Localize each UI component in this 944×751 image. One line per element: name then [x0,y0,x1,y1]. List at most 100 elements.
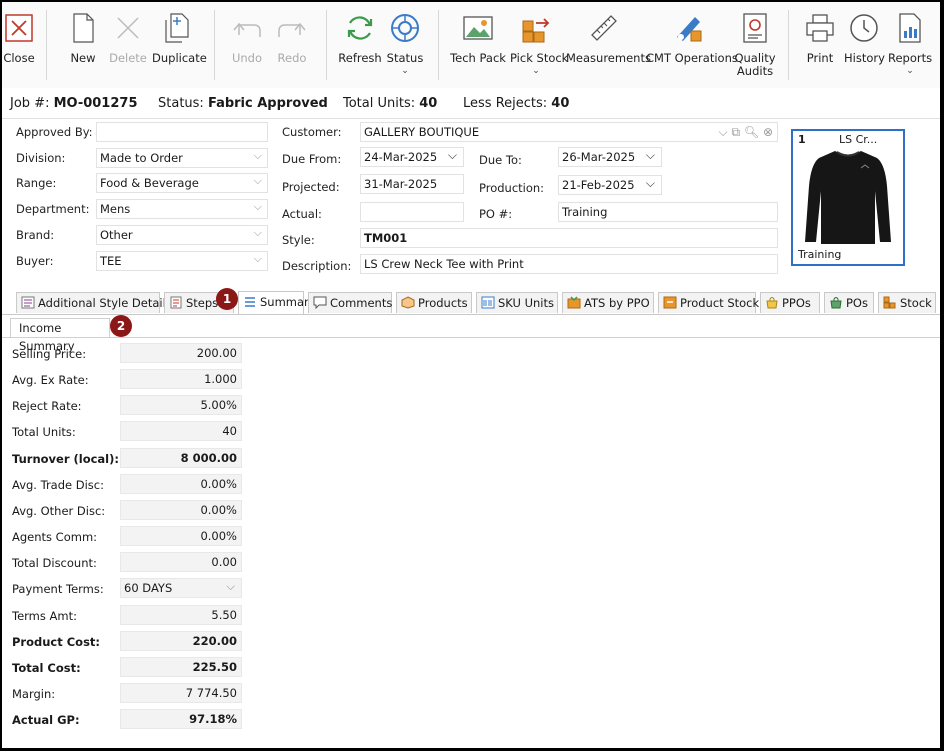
pick-stock-icon [522,18,550,43]
projected-date[interactable]: 31-Mar-2025 [360,174,464,194]
actual-label: Actual: [282,207,322,221]
refresh-button[interactable]: Refresh [338,2,382,88]
tab-pos[interactable]: POs [824,292,874,313]
sku-units-icon [481,296,495,309]
po-field[interactable]: Training [558,202,778,222]
due-from-date[interactable]: 24-Mar-2025 [360,147,464,167]
pick-stock-button[interactable]: Pick Stock ⌄ [510,2,569,88]
pick-stock-label: Pick Stock [510,51,569,65]
undo-label: Undo [231,51,263,65]
status-label: Status [386,51,424,65]
delete-button[interactable]: Delete [108,2,148,88]
reports-button[interactable]: Reports ⌄ [888,2,932,88]
clear-icon[interactable]: ⊗ [763,125,773,139]
actual-gp-label: Actual GP: [12,713,80,728]
brand-select[interactable]: Other [96,225,268,245]
payment-terms-value[interactable]: 60 DAYS [120,577,242,599]
due-to-date[interactable]: 26-Mar-2025 [558,147,662,167]
range-label: Range: [16,176,57,190]
duplicate-button[interactable]: Duplicate [152,2,207,88]
history-icon [850,14,878,42]
tab-products[interactable]: Products [396,292,472,313]
actual-date[interactable] [360,202,464,222]
production-date[interactable]: 21-Feb-2025 [558,175,662,195]
copy-icon[interactable]: ⧉ [731,125,740,139]
toolbar-separator [788,10,789,80]
status-button[interactable]: Status ⌄ [385,2,425,88]
delete-label: Delete [109,51,147,65]
style-image-card[interactable]: 1 LS Cr... Training [791,129,905,266]
print-button[interactable]: Print [800,2,840,88]
avg-trade-disc-label: Avg. Trade Disc: [12,477,104,492]
tech-pack-button[interactable]: Tech Pack [450,2,506,88]
agents-comm-label: Agents Comm: [12,530,98,545]
delete-icon [117,17,139,39]
job-header-bar: Job #: MO-001275 Status: Fabric Approved… [2,88,940,119]
tab-ppos[interactable]: PPOs [760,292,820,313]
buyer-select[interactable]: TEE [96,251,268,271]
quality-audits-button[interactable]: Quality Audits [732,2,778,88]
chevron-down-icon[interactable]: ⌵ [719,125,728,139]
status-value: Fabric Approved [207,96,328,111]
new-document-icon [73,13,94,43]
style-field[interactable]: TM001 [360,228,778,248]
turnover-local-label: Turnover (local): [12,451,119,466]
department-select[interactable]: Mens [96,199,268,219]
summary-icon [245,297,255,307]
approved-by-field[interactable] [96,122,268,142]
description-field[interactable]: LS Crew Neck Tee with Print [360,254,778,274]
tab-label: Product Stock [680,296,760,310]
division-select[interactable]: Made to Order [96,148,268,168]
tab-additional-style-details[interactable]: Additional Style Details [16,292,172,313]
ats-icon [567,296,581,309]
cmt-operations-button[interactable]: CMT Operations [646,2,738,88]
tab-label: Steps [186,296,219,310]
po-label: PO #: [479,207,513,221]
toolbar-separator [438,10,439,80]
new-button[interactable]: New [64,2,102,88]
division-label: Division: [16,151,66,165]
cmt-operations-icon [677,17,702,42]
tab-comments[interactable]: Comments [308,292,392,313]
job-value: MO-001275 [53,96,138,111]
job-number: Job #: MO-001275 [10,96,138,111]
image-caption: Training [798,248,842,261]
status-icon [391,14,419,42]
search-icon[interactable]: 🔍︎ [744,125,759,139]
customer-field[interactable]: GALLERY BOUTIQUE ⌵ ⧉ 🔍︎ ⊗ [360,122,778,142]
refresh-icon [347,16,373,40]
reject-rate-label: Reject Rate: [12,399,82,414]
undo-button[interactable]: Undo [227,2,267,88]
quality-audits-icon [743,13,767,43]
range-select[interactable]: Food & Beverage [96,173,268,193]
tab-label: Products [418,296,468,310]
total-units-label: Total Units: [343,96,416,111]
tab-ats-by-ppo[interactable]: ATS by PPO [562,292,654,313]
brand-label: Brand: [16,228,55,242]
stock-icon [883,296,896,309]
product-cost-label: Product Cost: [12,634,101,649]
close-button[interactable]: Close [2,2,36,88]
total-discount-label: Total Discount: [12,556,97,571]
tab-label: SKU Units [498,296,555,310]
image-title: LS Cr... [839,133,878,146]
total-discount-value: 0.00 [120,552,242,573]
turnover-local-value: 8 000.00 [120,447,242,468]
tab-stock[interactable]: Stock [878,292,936,313]
tab-product-stock[interactable]: Product Stock [658,292,760,313]
products-icon [401,296,415,309]
redo-button[interactable]: Redo [272,2,312,88]
tab-label: ATS by PPO [584,296,650,310]
duplicate-icon [165,13,189,43]
printer-icon [806,14,834,42]
tab-sku-units[interactable]: SKU Units [476,292,558,313]
subtab-income-summary[interactable]: Income Summary [10,318,110,353]
tab-summary[interactable]: Summary [238,291,316,314]
less-rejects-value: 40 [551,96,570,111]
quality-audits-label-line2: Audits [736,64,774,78]
history-button[interactable]: History [844,2,885,88]
shopping-bag-icon [830,297,842,309]
measurements-button[interactable]: Measurements [566,2,651,88]
customer-field-icons: ⌵ ⧉ 🔍︎ ⊗ [719,123,773,141]
tech-pack-label: Tech Pack [450,51,506,65]
